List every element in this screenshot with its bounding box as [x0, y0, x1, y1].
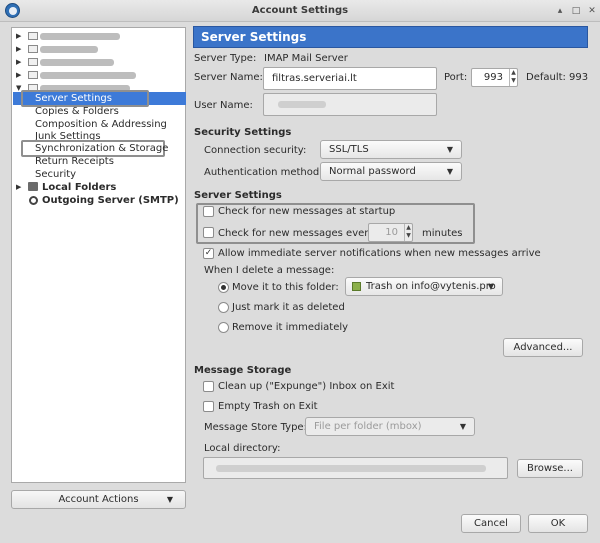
server-settings-section-heading: Server Settings	[194, 190, 282, 201]
server-name-label: Server Name:	[194, 72, 263, 83]
cleanup-inbox-label: Clean up ("Expunge") Inbox on Exit	[218, 381, 395, 392]
tree-outgoing-server[interactable]: Outgoing Server (SMTP)	[12, 194, 182, 207]
trash-folder-icon	[352, 282, 361, 291]
remove-immediately-radio[interactable]	[218, 322, 229, 333]
sidebar-item-copies-folders[interactable]: Copies & Folders	[35, 106, 119, 117]
auth-method-label: Authentication method:	[204, 167, 323, 178]
trash-folder-select[interactable]: Trash on info@vytenis.pro ▼	[345, 277, 503, 296]
user-name-label: User Name:	[194, 100, 253, 111]
expand-icon[interactable]: ▶	[16, 69, 21, 82]
blurred-directory-path	[216, 465, 486, 472]
move-to-folder-radio[interactable]	[218, 282, 229, 293]
mark-deleted-radio[interactable]	[218, 302, 229, 313]
store-type-select[interactable]: File per folder (mbox) ▼	[305, 417, 475, 436]
allow-push-label: Allow immediate server notifications whe…	[218, 248, 541, 259]
account-actions-label: Account Actions	[58, 494, 139, 505]
tree-local-folders[interactable]: ▶ Local Folders	[12, 181, 182, 194]
empty-trash-checkbox[interactable]	[203, 401, 214, 412]
blurred-account-name	[40, 46, 98, 53]
ok-button[interactable]: OK	[528, 514, 588, 533]
port-value: 993	[483, 72, 503, 83]
check-interval-stepper[interactable]: ▲ ▼	[404, 224, 412, 241]
sidebar-item-return-receipts[interactable]: Return Receipts	[35, 156, 114, 167]
port-stepper[interactable]: ▲ ▼	[509, 69, 517, 86]
tree-account-1[interactable]: ▶	[12, 30, 182, 43]
cleanup-inbox-checkbox[interactable]	[203, 381, 214, 392]
local-folders-label: Local Folders	[42, 182, 117, 193]
store-type-value: File per folder (mbox)	[314, 421, 422, 432]
chevron-down-icon: ▼	[166, 495, 173, 504]
sidebar-item-server-settings[interactable]: Server Settings	[35, 93, 112, 104]
chevron-down-icon: ▼	[446, 145, 453, 154]
check-every-label: Check for new messages every	[218, 228, 375, 239]
sidebar-item-sync-storage[interactable]: Synchronization & Storage	[35, 143, 168, 154]
connection-security-value: SSL/TLS	[329, 144, 369, 155]
window-titlebar: Account Settings ▴ □ ✕	[0, 0, 600, 22]
security-section-heading: Security Settings	[194, 127, 292, 138]
expand-icon[interactable]: ▶	[16, 56, 21, 69]
check-startup-label: Check for new messages at startup	[218, 206, 396, 217]
window-title: Account Settings	[251, 5, 349, 16]
tree-account-3[interactable]: ▶	[12, 56, 182, 69]
auth-method-value: Normal password	[329, 166, 416, 177]
chevron-down-icon: ▼	[487, 282, 494, 291]
server-type-value: IMAP Mail Server	[264, 53, 348, 64]
page-title: Server Settings	[193, 26, 588, 48]
expand-icon[interactable]: ▶	[16, 43, 21, 56]
server-name-field[interactable]: filtras.serveriai.lt	[263, 67, 437, 90]
account-tree[interactable]: ▶ ▶ ▶ ▶ ▼ Server Settings Copies & Folde…	[11, 27, 186, 483]
trash-folder-value: Trash on info@vytenis.pro	[366, 281, 496, 292]
delete-behavior-label: When I delete a message:	[204, 265, 335, 276]
remove-immediately-label: Remove it immediately	[232, 322, 349, 333]
browse-button[interactable]: Browse...	[517, 459, 583, 478]
blurred-account-name	[40, 33, 120, 40]
mail-account-icon	[28, 71, 38, 79]
user-name-field[interactable]	[263, 93, 437, 116]
local-directory-field[interactable]	[203, 457, 508, 479]
tree-account-2[interactable]: ▶	[12, 43, 182, 56]
chevron-down-icon: ▼	[446, 167, 453, 176]
allow-push-checkbox[interactable]: ✓	[203, 248, 214, 259]
message-storage-section-heading: Message Storage	[194, 365, 292, 376]
check-every-checkbox[interactable]	[203, 227, 214, 238]
minutes-label: minutes	[422, 228, 463, 239]
outgoing-server-icon	[29, 196, 38, 205]
expand-icon[interactable]: ▶	[16, 181, 21, 194]
default-label: Default:	[526, 72, 566, 83]
minimize-icon[interactable]: ▴	[554, 5, 566, 17]
mail-account-icon	[28, 45, 38, 53]
connection-security-label: Connection security:	[204, 145, 307, 156]
store-type-label: Message Store Type:	[204, 422, 307, 433]
empty-trash-label: Empty Trash on Exit	[218, 401, 318, 412]
outgoing-server-label: Outgoing Server (SMTP)	[42, 195, 179, 206]
expand-icon[interactable]: ▶	[16, 30, 21, 43]
cancel-button[interactable]: Cancel	[461, 514, 521, 533]
advanced-button[interactable]: Advanced...	[503, 338, 583, 357]
check-startup-checkbox[interactable]	[203, 206, 214, 217]
connection-security-select[interactable]: SSL/TLS ▼	[320, 140, 462, 159]
sidebar-item-security[interactable]: Security	[35, 169, 76, 180]
close-icon[interactable]: ✕	[586, 5, 598, 17]
check-interval-value: 10	[385, 227, 398, 238]
blurred-account-name	[40, 59, 114, 66]
default-port-value: 993	[569, 72, 589, 83]
local-folders-icon	[28, 182, 38, 191]
chevron-down-icon: ▼	[459, 422, 466, 431]
sidebar-item-composition[interactable]: Composition & Addressing	[35, 119, 167, 130]
move-to-folder-label: Move it to this folder:	[232, 282, 339, 293]
tree-account-4[interactable]: ▶	[12, 69, 182, 82]
blurred-account-name	[40, 72, 136, 79]
maximize-icon[interactable]: □	[570, 5, 582, 17]
blurred-user-name	[278, 101, 326, 108]
server-type-label: Server Type:	[194, 53, 257, 64]
mark-deleted-label: Just mark it as deleted	[232, 302, 345, 313]
port-label: Port:	[444, 72, 468, 83]
auth-method-select[interactable]: Normal password ▼	[320, 162, 462, 181]
local-directory-label: Local directory:	[204, 443, 281, 454]
mail-account-icon	[28, 58, 38, 66]
account-actions-button[interactable]: Account Actions ▼	[11, 490, 186, 509]
mail-account-icon	[28, 32, 38, 40]
